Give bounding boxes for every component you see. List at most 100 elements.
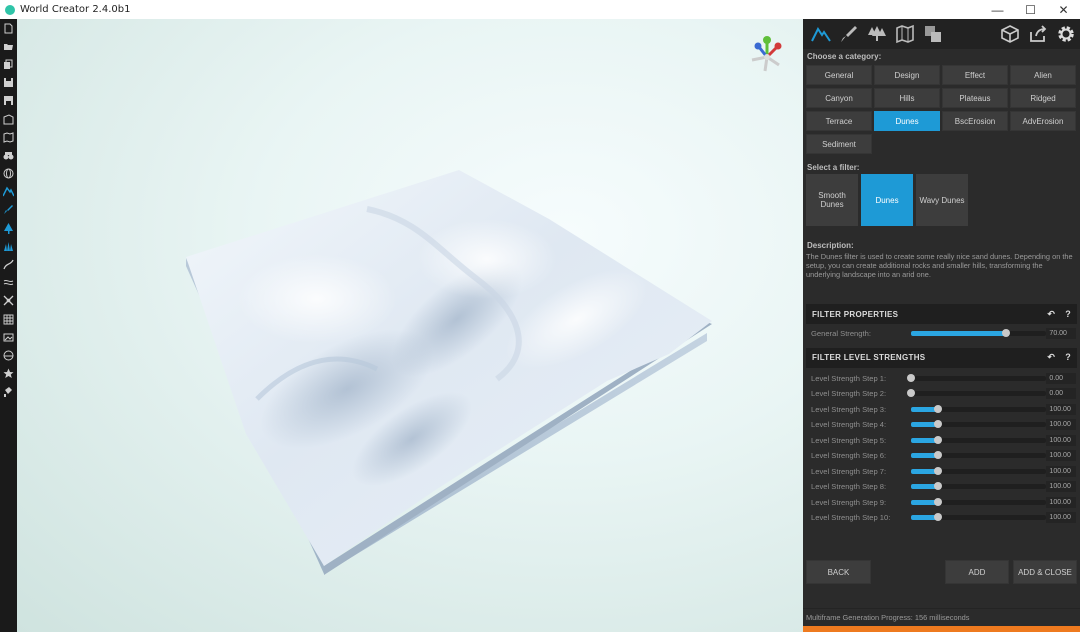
slider-value-field[interactable]: 100.00 xyxy=(1046,450,1076,462)
slider-track[interactable] xyxy=(910,513,1047,522)
terrain-icon[interactable] xyxy=(0,183,17,201)
filter-list: Smooth Dunes Dunes Wavy Dunes xyxy=(803,174,1080,226)
close-button[interactable]: ✕ xyxy=(1047,0,1080,19)
grid-icon[interactable] xyxy=(0,310,17,328)
filter-smooth-dunes-button[interactable]: Smooth Dunes xyxy=(806,174,858,226)
orientation-gizmo-icon[interactable] xyxy=(747,35,787,75)
vegetation-tab[interactable] xyxy=(863,20,891,48)
category-design-button[interactable]: Design xyxy=(874,65,940,85)
filter-properties-header: FILTER PROPERTIES ↶ ? xyxy=(806,304,1077,324)
category-sediment-button[interactable]: Sediment xyxy=(806,134,872,154)
trees-icon xyxy=(868,26,886,41)
category-alien-button[interactable]: Alien xyxy=(1010,65,1076,85)
slider-value-field[interactable]: 100.00 xyxy=(1046,403,1076,415)
minimize-button[interactable]: — xyxy=(981,0,1014,19)
filter-levels-rows: Level Strength Step 1: 0.00 Level Strength… xyxy=(803,368,1080,526)
settings-tab[interactable] xyxy=(1052,20,1080,48)
tree-icon[interactable] xyxy=(0,219,17,237)
filter-properties-rows: General Strength: 70.00 xyxy=(803,324,1080,342)
slider-track[interactable] xyxy=(910,451,1047,460)
slider-value-field[interactable]: 0.00 xyxy=(1046,388,1076,400)
category-dunes-button[interactable]: Dunes xyxy=(874,111,940,131)
slider-handle[interactable] xyxy=(906,389,915,398)
export-icon[interactable] xyxy=(0,110,17,128)
category-general-button[interactable]: General xyxy=(806,65,872,85)
reset-icon[interactable]: ↶ xyxy=(1047,352,1055,363)
category-adverosion-button[interactable]: AdvErosion xyxy=(1010,111,1076,131)
terrain-filters-tab[interactable] xyxy=(807,20,835,48)
brush-tab[interactable] xyxy=(835,20,863,48)
slider-track[interactable] xyxy=(910,482,1047,491)
slider-handle[interactable] xyxy=(933,451,942,460)
paint-bucket-icon[interactable] xyxy=(0,383,17,401)
slider-track[interactable] xyxy=(910,404,1047,413)
image-icon[interactable] xyxy=(0,328,17,346)
help-icon[interactable]: ? xyxy=(1065,352,1071,363)
slider-handle[interactable] xyxy=(1001,329,1010,338)
back-button[interactable]: BACK xyxy=(806,560,871,584)
slider-track[interactable] xyxy=(910,329,1047,338)
rivers-icon[interactable] xyxy=(0,274,17,292)
save-as-icon[interactable] xyxy=(0,92,17,110)
maximize-button[interactable]: ☐ xyxy=(1014,0,1047,19)
star-icon[interactable] xyxy=(0,365,17,383)
slider-handle[interactable] xyxy=(933,404,942,413)
slider-track[interactable] xyxy=(910,497,1047,506)
slider-value-field[interactable]: 100.00 xyxy=(1046,481,1076,493)
export-tab[interactable] xyxy=(1024,20,1052,48)
category-ridged-button[interactable]: Ridged xyxy=(1010,88,1076,108)
transform-icon[interactable] xyxy=(0,292,17,310)
3d-viewport[interactable] xyxy=(17,19,803,632)
slider-handle[interactable] xyxy=(933,435,942,444)
reset-icon[interactable]: ↶ xyxy=(1047,309,1055,320)
add-close-button[interactable]: ADD & CLOSE xyxy=(1013,560,1077,584)
add-button[interactable]: ADD xyxy=(945,560,1009,584)
category-terrace-button[interactable]: Terrace xyxy=(806,111,872,131)
slider-track[interactable] xyxy=(906,389,1047,398)
slider-value-field[interactable]: 70.00 xyxy=(1046,328,1076,340)
category-canyon-button[interactable]: Canyon xyxy=(806,88,872,108)
slider-value-field[interactable]: 100.00 xyxy=(1046,434,1076,446)
slider-handle[interactable] xyxy=(933,466,942,475)
slider-track[interactable] xyxy=(910,420,1047,429)
object-tab[interactable] xyxy=(996,20,1024,48)
open-folder-icon[interactable] xyxy=(0,37,17,55)
sky-icon[interactable] xyxy=(0,346,17,364)
slider-row: General Strength: 70.00 xyxy=(803,326,1080,342)
slider-value-field[interactable]: 100.00 xyxy=(1046,419,1076,431)
filter-wavy-dunes-button[interactable]: Wavy Dunes xyxy=(916,174,968,226)
slider-track[interactable] xyxy=(906,373,1047,382)
brush-icon[interactable] xyxy=(0,201,17,219)
slider-handle[interactable] xyxy=(933,513,942,522)
layers-tab[interactable] xyxy=(919,20,947,48)
category-hills-button[interactable]: Hills xyxy=(874,88,940,108)
grass-icon[interactable] xyxy=(0,237,17,255)
slider-row: Level Strength Step 6: 100.00 xyxy=(803,448,1080,464)
map-tab[interactable] xyxy=(891,20,919,48)
slider-handle[interactable] xyxy=(933,482,942,491)
filter-dunes-button[interactable]: Dunes xyxy=(861,174,913,226)
category-plateaus-button[interactable]: Plateaus xyxy=(942,88,1008,108)
new-file-icon[interactable] xyxy=(0,19,17,37)
save-icon[interactable] xyxy=(0,74,17,92)
binoculars-icon[interactable] xyxy=(0,146,17,164)
slider-handle[interactable] xyxy=(933,420,942,429)
slider-track[interactable] xyxy=(910,435,1047,444)
slider-value-field[interactable]: 0.00 xyxy=(1046,372,1076,384)
map-icon[interactable] xyxy=(0,128,17,146)
slider-value-field[interactable]: 100.00 xyxy=(1046,496,1076,508)
road-icon[interactable] xyxy=(0,255,17,273)
category-effect-button[interactable]: Effect xyxy=(942,65,1008,85)
slider-track[interactable] xyxy=(910,466,1047,475)
slider-value-field[interactable]: 100.00 xyxy=(1046,512,1076,524)
slider-handle[interactable] xyxy=(906,373,915,382)
category-bscerosion-button[interactable]: BscErosion xyxy=(942,111,1008,131)
import-icon[interactable] xyxy=(0,55,17,73)
slider-row: Level Strength Step 5: 100.00 xyxy=(803,433,1080,449)
slider-value-field[interactable]: 100.00 xyxy=(1046,465,1076,477)
help-icon[interactable]: ? xyxy=(1065,309,1071,320)
globe-icon[interactable] xyxy=(0,165,17,183)
filter-properties-title: FILTER PROPERTIES xyxy=(812,309,899,319)
slider-handle[interactable] xyxy=(933,497,942,506)
filter-label: Select a filter: xyxy=(807,163,860,172)
